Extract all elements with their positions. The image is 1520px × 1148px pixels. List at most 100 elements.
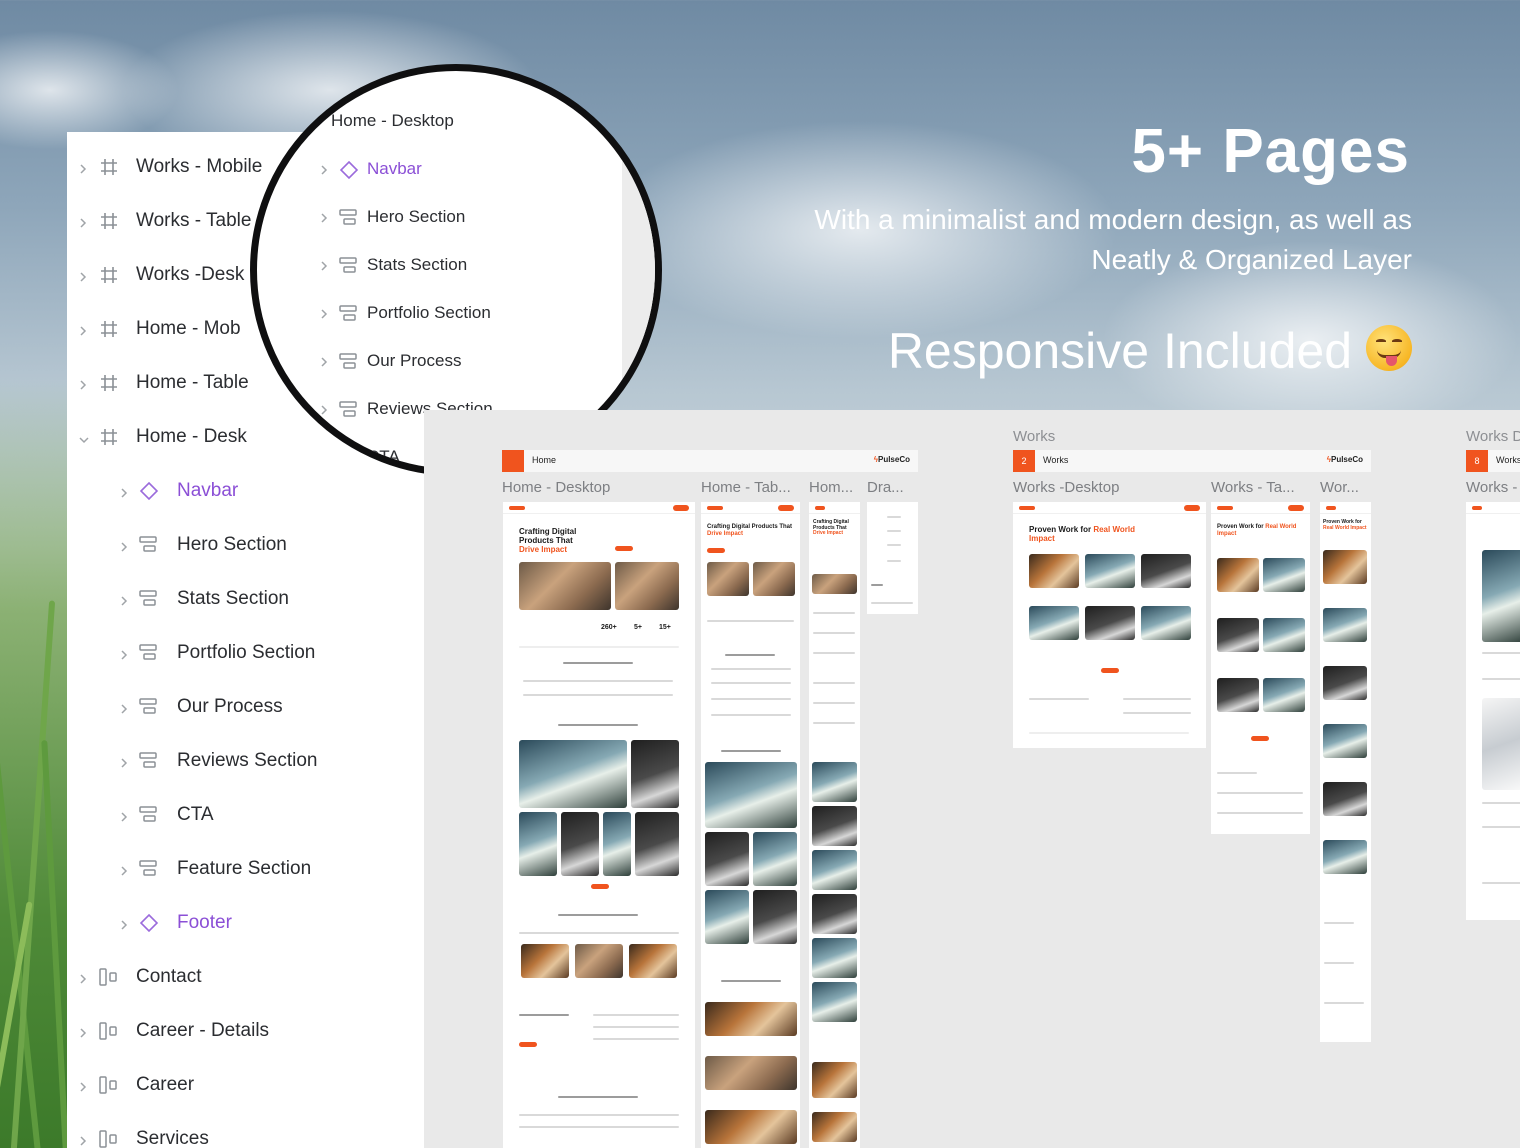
layer-section-label: Navbar [177, 480, 239, 501]
pulseco-logo-works: ϟPulseCo [1326, 455, 1363, 464]
home-desktop-frame[interactable]: Crafting Digital Products That Drive Impa… [503, 502, 695, 1148]
chevron-right-icon[interactable] [319, 307, 329, 325]
layer-section-row[interactable]: Portfolio Section [67, 626, 424, 680]
layer-section-row[interactable]: Feature Section [67, 842, 424, 896]
chevron-right-icon[interactable] [319, 163, 329, 181]
chevron-right-icon[interactable] [78, 268, 92, 287]
layer-section-row[interactable]: CTA [67, 788, 424, 842]
magnifier-layer-label: CTA [367, 447, 400, 466]
section-icon [139, 859, 157, 881]
layer-section-row[interactable]: Reviews Section [67, 734, 424, 788]
section-icon [139, 751, 157, 773]
works-group-label[interactable]: Works [1013, 428, 1055, 445]
chevron-right-icon[interactable] [319, 211, 329, 229]
section-icon [139, 643, 157, 665]
layer-frame-label: Home - Desk [136, 426, 247, 447]
magnifier-layer-row[interactable]: Hero Section [257, 197, 617, 237]
works-desktop-frame[interactable]: Proven Work for Real World Impact [1013, 502, 1206, 748]
magnifier-layer-row[interactable]: Our Process [257, 341, 617, 381]
works-2-frame[interactable] [1466, 502, 1520, 920]
layer-section-label: Reviews Section [177, 750, 318, 771]
works-mobile-frame[interactable]: Proven Work for Real World Impact [1320, 502, 1371, 1042]
works-group-2-label[interactable]: Works D [1466, 428, 1520, 445]
layer-section-row[interactable]: Footer [67, 896, 424, 950]
magnifier-layer-row[interactable]: Navbar [257, 149, 617, 189]
chevron-down-icon[interactable] [78, 430, 92, 449]
home-hero-heading: Crafting Digital Products That Drive Impa… [519, 527, 577, 554]
frame-label-draft[interactable]: Dra... [867, 479, 904, 496]
chevron-right-icon[interactable] [119, 754, 133, 773]
frame-label-home-tablet[interactable]: Home - Tab... [701, 479, 791, 496]
section-icon [139, 697, 157, 719]
chevron-right-icon[interactable] [78, 1078, 92, 1097]
layer-frame-label: Home - Table [136, 372, 249, 393]
section-icon [139, 805, 157, 827]
chevron-right-icon[interactable] [119, 646, 133, 665]
frame-label-works-2[interactable]: Works - [1466, 479, 1517, 496]
page-icon [99, 1022, 119, 1044]
design-canvas[interactable]: Home ϟPulseCo Home - Desktop Home - Tab.… [424, 410, 1520, 1148]
section-icon [139, 535, 157, 557]
works-group-bar[interactable]: 2 Works ϟPulseCo [1013, 450, 1371, 472]
frame-label-home-mobile[interactable]: Hom... [809, 479, 853, 496]
frame-label-works-tablet[interactable]: Works - Ta... [1211, 479, 1295, 496]
chevron-right-icon[interactable] [119, 484, 133, 503]
layer-page-label: Contact [136, 966, 202, 987]
home-group-bar[interactable]: Home ϟPulseCo [502, 450, 918, 472]
works-group-title: Works [1043, 455, 1069, 465]
chevron-right-icon[interactable] [119, 916, 133, 935]
section-icon [339, 400, 357, 423]
layer-page-row[interactable]: Services [67, 1112, 424, 1148]
chevron-right-icon[interactable] [78, 160, 92, 179]
layer-section-label: Our Process [177, 696, 283, 717]
layer-page-label: Career [136, 1074, 195, 1095]
page-icon [99, 968, 119, 990]
chevron-right-icon[interactable] [319, 259, 329, 277]
layer-section-row[interactable]: Stats Section [67, 572, 424, 626]
chevron-right-icon[interactable] [319, 355, 329, 373]
layer-section-row[interactable]: Hero Section [67, 518, 424, 572]
works-group-2-bar[interactable]: 8 Works [1466, 450, 1520, 472]
chevron-right-icon[interactable] [78, 322, 92, 341]
home-tablet-frame[interactable]: Crafting Digital Products That Drive Imp… [701, 502, 800, 1148]
magnifier-layer-row[interactable]: Portfolio Section [257, 293, 617, 333]
chevron-right-icon[interactable] [119, 808, 133, 827]
magnifier-layer-row[interactable]: Stats Section [257, 245, 617, 285]
magnifier-layer-label: Stats Section [367, 255, 468, 274]
magnifier-layer-label: Portfolio Section [367, 303, 491, 322]
works-tablet-frame[interactable]: Proven Work for Real World Impact [1211, 502, 1310, 834]
frame-icon [100, 428, 118, 450]
chevron-right-icon[interactable] [78, 376, 92, 395]
chevron-right-icon[interactable] [119, 862, 133, 881]
chevron-right-icon[interactable] [119, 592, 133, 611]
chevron-right-icon[interactable] [78, 970, 92, 989]
add-icon[interactable]: + [268, 424, 290, 454]
frame-icon [100, 320, 118, 342]
chevron-right-icon[interactable] [119, 700, 133, 719]
layer-page-row[interactable]: Contact [67, 950, 424, 1004]
draft-frame[interactable] [867, 502, 918, 614]
chevron-right-icon[interactable] [78, 214, 92, 233]
layer-frame-label: Works - Mobile [136, 156, 263, 177]
chevron-right-icon[interactable] [319, 403, 329, 421]
chevron-right-icon[interactable] [78, 1024, 92, 1043]
frame-label-works-desktop[interactable]: Works -Desktop [1013, 479, 1119, 496]
chevron-right-icon[interactable] [119, 538, 133, 557]
frame-icon [100, 158, 118, 180]
works-group-2-badge: 8 [1466, 450, 1488, 472]
layer-page-row[interactable]: Career - Details [67, 1004, 424, 1058]
frame-label-home-desktop[interactable]: Home - Desktop [502, 479, 610, 496]
section-icon [339, 448, 357, 469]
home-stat-1: 260+ [601, 624, 617, 631]
layer-page-row[interactable]: Career [67, 1058, 424, 1112]
layer-section-row[interactable]: Our Process [67, 680, 424, 734]
chevron-right-icon[interactable] [78, 1132, 92, 1148]
home-mobile-frame[interactable]: Crafting Digital Products That Drive Imp… [809, 502, 860, 1148]
pulseco-logo: ϟPulseCo [873, 455, 910, 464]
component-icon [139, 913, 159, 937]
magnifier-layer-label: Navbar [367, 159, 422, 178]
frame-label-works-mobile[interactable]: Wor... [1320, 479, 1359, 496]
layer-section-row[interactable]: Navbar [67, 464, 424, 518]
magnifier-title: Home - Desktop [331, 111, 454, 130]
chevron-right-icon[interactable] [319, 451, 329, 469]
